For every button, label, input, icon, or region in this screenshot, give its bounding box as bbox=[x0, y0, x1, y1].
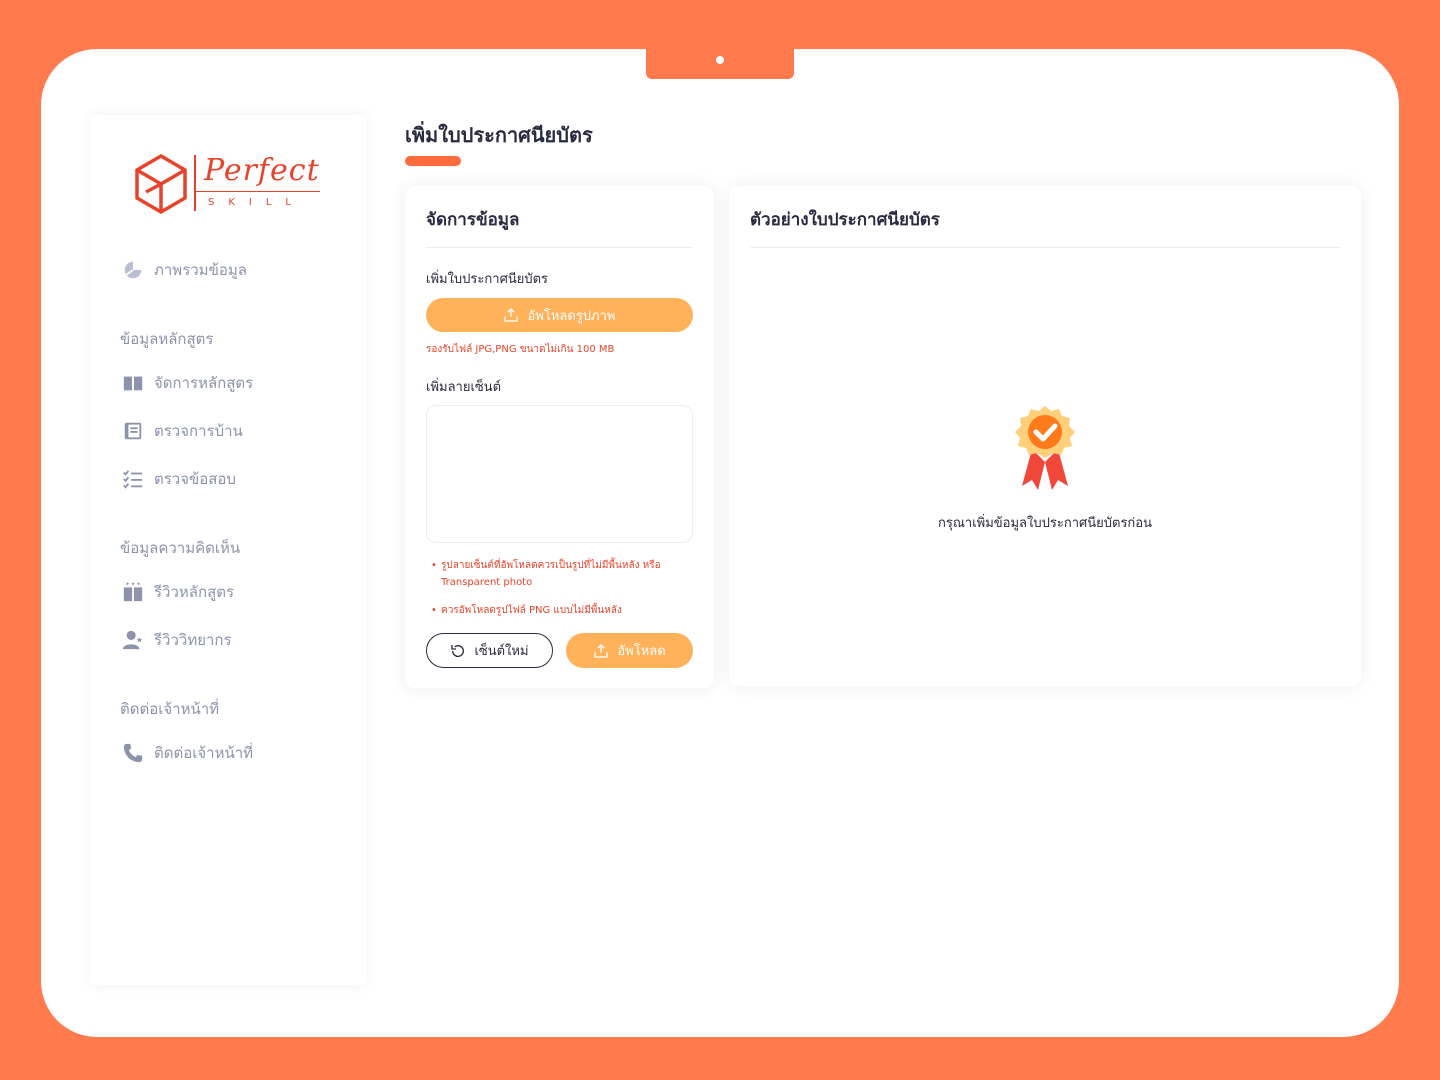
sidebar-item-label: ตรวจข้อสอบ bbox=[154, 470, 236, 488]
sidebar-item-homework[interactable]: ตรวจการบ้าน bbox=[122, 419, 243, 443]
note-item: รูปลายเซ็นต์ที่อัพโหลดควรเป็นรูปที่ไม่มี… bbox=[431, 557, 681, 591]
sidebar-item-label: ตรวจการบ้าน bbox=[154, 422, 243, 440]
notebook-icon bbox=[124, 422, 142, 440]
camera-dot bbox=[716, 56, 724, 64]
refresh-icon bbox=[451, 644, 465, 657]
book-icon bbox=[123, 376, 143, 391]
book-review-icon bbox=[123, 582, 143, 602]
title-underline bbox=[405, 156, 461, 166]
user-star-icon bbox=[122, 630, 143, 650]
sidebar-item-instructor-reviews[interactable]: รีวิววิทยากร bbox=[122, 628, 232, 652]
upload-icon bbox=[504, 308, 519, 322]
reset-label: เซ็นต์ใหม่ bbox=[474, 644, 529, 659]
logo-underline bbox=[196, 191, 320, 192]
note-item: ควรอัพโหลดรูปไฟล์ PNG แบบไม่มีพื้นหลัง bbox=[431, 602, 681, 619]
page-title: เพิ่มใบประกาศนียบัตร bbox=[405, 123, 593, 147]
upload-image-label: อัพโหลดรูปภาพ bbox=[527, 308, 616, 324]
signature-field-label: เพิ่มลายเซ็นต์ bbox=[426, 380, 502, 395]
section-heading-feedback: ข้อมูลความคิดเห็น bbox=[120, 539, 241, 557]
signature-notes: รูปลายเซ็นต์ที่อัพโหลดควรเป็นรูปที่ไม่มี… bbox=[431, 557, 681, 630]
checklist-icon bbox=[123, 470, 143, 489]
reset-signature-button[interactable]: เซ็นต์ใหม่ bbox=[426, 633, 553, 668]
logo-divider bbox=[194, 155, 196, 211]
card-divider bbox=[750, 247, 1341, 248]
sidebar-item-label: ภาพรวมข้อมูล bbox=[154, 261, 247, 279]
brand-tagline: SKILL bbox=[208, 197, 305, 208]
camera-notch bbox=[646, 48, 794, 79]
upload-hint: รองรับไฟล์ JPG,PNG ขนาดไม่เกิน 100 MB bbox=[426, 344, 615, 355]
upload-image-button[interactable]: อัพโหลดรูปภาพ bbox=[426, 298, 693, 332]
sidebar: Perfect SKILL ภาพรวมข้อมูล ข้อมูลหลักสูต… bbox=[90, 115, 367, 985]
card-title: จัดการข้อมูล bbox=[426, 210, 520, 230]
brand-logo[interactable]: Perfect SKILL bbox=[134, 153, 324, 217]
manage-data-card: จัดการข้อมูล เพิ่มใบประกาศนียบัตร อัพโหล… bbox=[405, 186, 714, 688]
card-divider bbox=[426, 247, 693, 248]
sidebar-item-label: ติดต่อเจ้าหน้าที่ bbox=[154, 744, 254, 762]
card-title: ตัวอย่างใบประกาศนียบัตร bbox=[750, 210, 940, 230]
sidebar-item-label: รีวิวหลักสูตร bbox=[154, 583, 235, 601]
brand-name: Perfect bbox=[204, 153, 320, 188]
sidebar-item-course-reviews[interactable]: รีวิวหลักสูตร bbox=[122, 580, 234, 604]
sidebar-item-exams[interactable]: ตรวจข้อสอบ bbox=[122, 467, 236, 491]
section-heading-contact: ติดต่อเจ้าหน้าที่ bbox=[120, 700, 220, 718]
signature-input[interactable] bbox=[426, 405, 693, 543]
cube-logo-icon bbox=[135, 153, 187, 215]
sidebar-item-overview[interactable]: ภาพรวมข้อมูล bbox=[122, 258, 247, 282]
award-badge-icon bbox=[1015, 406, 1075, 490]
sidebar-item-manage-courses[interactable]: จัดการหลักสูตร bbox=[122, 371, 253, 395]
phone-icon bbox=[123, 743, 143, 763]
sidebar-item-contact-staff[interactable]: ติดต่อเจ้าหน้าที่ bbox=[122, 741, 253, 765]
upload-submit-button[interactable]: อัพโหลด bbox=[566, 633, 693, 668]
sidebar-item-label: จัดการหลักสูตร bbox=[154, 374, 254, 392]
submit-label: อัพโหลด bbox=[617, 644, 666, 659]
empty-state: กรุณาเพิ่มข้อมูลใบประกาศนียบัตรก่อน bbox=[729, 404, 1361, 533]
section-heading-course: ข้อมูลหลักสูตร bbox=[120, 330, 214, 348]
sidebar-item-label: รีวิววิทยากร bbox=[154, 631, 232, 649]
empty-message: กรุณาเพิ่มข้อมูลใบประกาศนียบัตรก่อน bbox=[937, 516, 1152, 531]
device-frame: Perfect SKILL ภาพรวมข้อมูล ข้อมูลหลักสูต… bbox=[41, 48, 1399, 1037]
certificate-field-label: เพิ่มใบประกาศนียบัตร bbox=[426, 272, 549, 287]
certificate-preview-card: ตัวอย่างใบประกาศนียบัตร กรุณาเพิ่มข้อมูล… bbox=[729, 186, 1361, 686]
pie-chart-icon bbox=[124, 261, 142, 279]
upload-icon bbox=[594, 643, 608, 658]
